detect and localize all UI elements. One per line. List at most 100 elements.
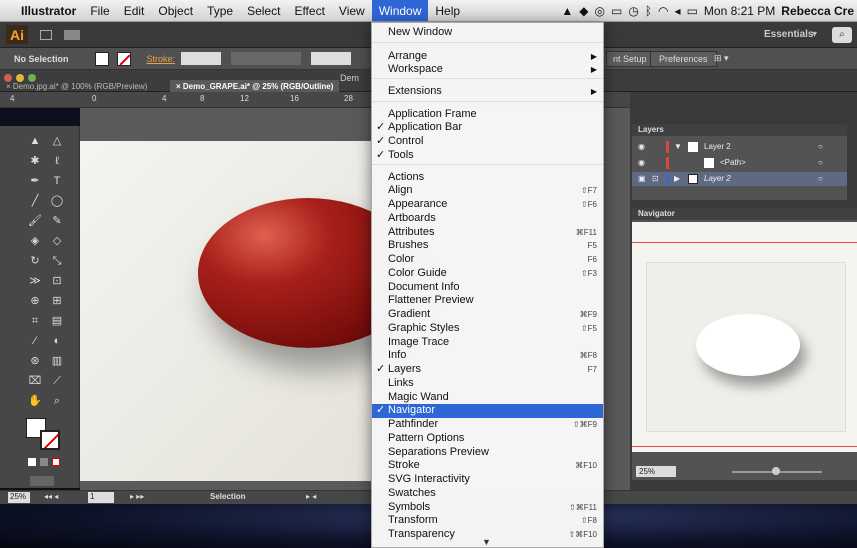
menu-item-stroke[interactable]: Stroke ⌘F10: [372, 459, 603, 473]
tab-close-icon[interactable]: ×: [176, 82, 183, 91]
arrange-documents-icon[interactable]: [64, 29, 80, 40]
shape-builder-tool-icon[interactable]: ⊕: [28, 294, 42, 308]
menu-item-flattener-preview[interactable]: Flattener Preview: [372, 294, 603, 308]
menu-item-layers[interactable]: ✓ Layers F7: [372, 363, 603, 377]
menu-item-gradient[interactable]: Gradient ⌘F9: [372, 308, 603, 322]
tab-close-icon[interactable]: ×: [6, 82, 13, 91]
layer-name[interactable]: Layer 2: [704, 140, 731, 154]
layer-name[interactable]: <Path>: [720, 156, 746, 170]
menu-item-swatches[interactable]: Swatches: [372, 487, 603, 501]
menu-type[interactable]: Type: [200, 0, 240, 21]
menu-item-separations-preview[interactable]: Separations Preview: [372, 446, 603, 460]
menu-item-navigator[interactable]: ✓ Navigator: [372, 404, 603, 418]
stroke-weight-field[interactable]: [181, 52, 222, 65]
menu-item-control[interactable]: ✓ Control: [372, 135, 603, 149]
layer-row[interactable]: ◉ ▼ Layer 2 ○: [632, 140, 847, 154]
pen-tool-icon[interactable]: ✒: [28, 174, 42, 188]
menu-file[interactable]: File: [83, 0, 116, 21]
menu-item-appearance[interactable]: Appearance ⇧F6: [372, 198, 603, 212]
status-menu-icon[interactable]: ▸ ◂: [306, 492, 316, 501]
hand-tool-icon[interactable]: ✋: [28, 394, 42, 408]
navigator-panel-title[interactable]: Navigator: [632, 208, 857, 220]
menu-item-extensions[interactable]: Extensions ▶: [372, 85, 603, 99]
workspace-switcher[interactable]: Essentials: [764, 29, 813, 40]
scroll-down-arrow-icon[interactable]: ▼: [482, 537, 491, 547]
sync-icon[interactable]: ◎: [592, 4, 608, 18]
line-tool-icon[interactable]: ╱: [28, 194, 42, 208]
bluetooth-icon[interactable]: ᛒ: [642, 4, 655, 18]
menu-item-graphic-styles[interactable]: Graphic Styles ⇧F5: [372, 322, 603, 336]
menu-window[interactable]: Window: [371, 0, 429, 21]
menu-item-artboards[interactable]: Artboards: [372, 212, 603, 226]
scale-tool-icon[interactable]: ⤡: [50, 254, 64, 268]
menu-item-attributes[interactable]: Attributes ⌘F11: [372, 226, 603, 240]
user-name[interactable]: Rebecca Cre: [778, 4, 857, 18]
workspace-chevron-icon[interactable]: ▾: [812, 29, 817, 40]
arrange-icon[interactable]: ⊞ ▾: [714, 53, 729, 64]
menu-object[interactable]: Object: [151, 0, 200, 21]
disclosure-triangle-icon[interactable]: ▼: [674, 140, 682, 154]
zoom-slider-handle[interactable]: [772, 467, 780, 475]
blob-brush-tool-icon[interactable]: ◈: [28, 234, 42, 248]
artboard-tool-icon[interactable]: ⌧: [28, 374, 42, 388]
menu-item-application-frame[interactable]: Application Frame: [372, 108, 603, 122]
gradient-mode-icon[interactable]: [40, 458, 48, 466]
layer-row[interactable]: ▣ ⊡ ▶ Layer 2 ○: [632, 172, 847, 186]
rotate-tool-icon[interactable]: ↻: [28, 254, 42, 268]
menu-item-tools[interactable]: ✓ Tools: [372, 149, 603, 163]
type-tool-icon[interactable]: T: [50, 174, 64, 188]
menu-effect[interactable]: Effect: [287, 0, 331, 21]
symbol-sprayer-tool-icon[interactable]: ⊛: [28, 354, 42, 368]
preferences-button[interactable]: Preferences: [650, 50, 717, 67]
zoom-level-field[interactable]: 25%: [8, 492, 30, 503]
menu-item-transform[interactable]: Transform ⇧F8: [372, 514, 603, 528]
layer-row[interactable]: ◉ <Path> ○: [632, 156, 847, 170]
menu-item-pattern-options[interactable]: Pattern Options: [372, 432, 603, 446]
menu-view[interactable]: View: [332, 0, 372, 21]
visibility-eye-icon[interactable]: ◉: [638, 140, 645, 154]
menu-item-actions[interactable]: Actions: [372, 171, 603, 185]
paintbrush-tool-icon[interactable]: 🖌: [28, 214, 42, 228]
search-icon[interactable]: ⌕: [832, 26, 852, 43]
mesh-tool-icon[interactable]: ⌗: [28, 314, 42, 328]
layer-name[interactable]: Layer 2: [704, 172, 731, 186]
lock-icon[interactable]: ⊡: [652, 172, 659, 186]
menu-item-color-guide[interactable]: Color Guide ⇧F3: [372, 267, 603, 281]
brush-definition-field[interactable]: [311, 52, 352, 65]
slice-tool-icon[interactable]: ⟋: [50, 374, 64, 388]
perspective-grid-tool-icon[interactable]: ⊞: [50, 294, 64, 308]
drawing-mode-icon[interactable]: [30, 476, 54, 486]
selection-tool-icon[interactable]: ▲: [28, 134, 42, 148]
menu-item-magic-wand[interactable]: Magic Wand: [372, 391, 603, 405]
menu-item-svg-interactivity[interactable]: SVG Interactivity: [372, 473, 603, 487]
menu-item-pathfinder[interactable]: Pathfinder ⇧⌘F9: [372, 418, 603, 432]
variable-width-field[interactable]: [231, 52, 302, 65]
none-mode-icon[interactable]: [52, 458, 60, 466]
artboard-number-field[interactable]: 1: [88, 492, 114, 503]
layers-panel-title[interactable]: Layers: [632, 124, 847, 136]
menu-edit[interactable]: Edit: [117, 0, 152, 21]
volume-icon[interactable]: ◂: [672, 4, 684, 18]
target-icon[interactable]: ○: [818, 172, 823, 186]
visibility-eye-icon[interactable]: ▣: [638, 172, 646, 186]
battery-icon[interactable]: ▭: [684, 4, 701, 18]
stroke-swatch[interactable]: [116, 51, 131, 66]
menu-select[interactable]: Select: [240, 0, 287, 21]
adobe-icon[interactable]: ▲: [558, 4, 576, 18]
disclosure-triangle-icon[interactable]: ▶: [674, 172, 680, 186]
eraser-tool-icon[interactable]: ◇: [50, 234, 64, 248]
menu-illustrator[interactable]: Illustrator: [14, 0, 83, 21]
pencil-tool-icon[interactable]: ✎: [50, 214, 64, 228]
menu-item-application-bar[interactable]: ✓ Application Bar: [372, 121, 603, 135]
column-graph-tool-icon[interactable]: ▥: [50, 354, 64, 368]
menu-item-symbols[interactable]: Symbols ⇧⌘F11: [372, 501, 603, 515]
navigator-zoom-field[interactable]: 25%: [636, 466, 676, 477]
fill-swatch[interactable]: [94, 51, 109, 66]
menu-item-document-info[interactable]: Document Info: [372, 281, 603, 295]
target-icon[interactable]: ○: [818, 156, 823, 170]
bridge-icon[interactable]: [40, 29, 52, 40]
menu-item-image-trace[interactable]: Image Trace: [372, 336, 603, 350]
free-transform-tool-icon[interactable]: ⊡: [50, 274, 64, 288]
menu-item-arrange[interactable]: Arrange ▶: [372, 50, 603, 64]
gradient-tool-icon[interactable]: ▤: [50, 314, 64, 328]
